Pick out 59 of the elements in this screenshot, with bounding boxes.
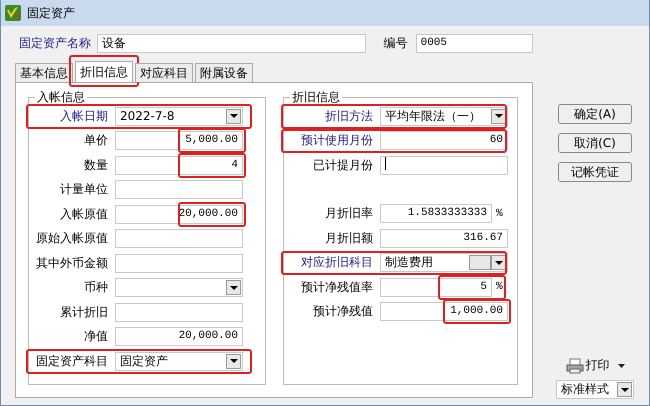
button[interactable]: 记帐凭证 [558,162,632,182]
input-field[interactable]: 5,000.00 [115,131,243,150]
field-label: 其中外币金额 [35,254,109,272]
field-label: 数量 [83,156,109,174]
input-field[interactable]: 1.5833333333 [380,204,492,224]
field-label: 折旧方法 [324,108,374,125]
dropdown[interactable]: 平均年限法（一） [380,106,508,126]
input-field[interactable]: 20,000.00 [115,204,243,224]
field-label: 对应折旧科目 [300,254,374,272]
field-label: 预计净残值 [312,303,374,320]
dropdown[interactable] [115,278,243,298]
tab[interactable]: 附属设备 [195,63,253,82]
field-label: 累计折旧 [59,304,109,321]
dropdown[interactable]: 2022-7-8 [115,106,243,126]
print-button[interactable]: 打印 [586,357,616,374]
input-field[interactable]: 4 [115,156,243,175]
field-label: 预计净残值率 [300,278,374,296]
window-title: 固定资产 [27,4,75,22]
dropdown[interactable]: 制造费用 [380,253,508,272]
field-label: 入帐日期 [59,108,109,125]
button[interactable]: 确定(A) [558,104,632,124]
field-label: 编号 [384,34,408,52]
input-field[interactable] [380,156,508,175]
tab[interactable]: 折旧信息 [75,61,133,82]
tab[interactable]: 对应科目 [135,63,193,82]
field-label: 原始入帐原值 [35,230,109,248]
group-title: 折旧信息 [290,89,342,105]
app-icon [5,5,21,21]
field-label: 计量单位 [59,181,109,198]
field-label: 入帐原值 [59,206,109,223]
field-label: 月折旧率 [324,205,374,222]
input-field[interactable] [115,302,243,322]
unit-label: % [496,281,503,294]
field-label: 固定资产科目 [35,352,109,370]
input-field[interactable]: 20,000.00 [115,327,243,346]
tab[interactable]: 基本信息 [15,63,73,82]
input-field[interactable]: 0005 [416,34,533,52]
field-label: 净值 [83,328,109,346]
input-field[interactable] [115,229,243,248]
input-field[interactable] [115,180,243,200]
field-label: 单价 [83,132,109,150]
field-label: 已计提月份 [312,156,374,174]
printer-icon [566,358,584,374]
caret-icon[interactable] [618,364,624,368]
field-label: 月折旧额 [324,230,374,247]
field-label: 预计使用月份 [300,132,374,150]
dropdown[interactable]: 标准样式 [556,380,634,399]
input-field[interactable]: 60 [380,131,508,150]
button[interactable]: 取消(C) [558,133,632,153]
unit-label: % [496,208,503,220]
group-title: 入帐信息 [35,89,87,105]
input-field[interactable]: 316.67 [380,228,508,248]
field-label: 币种 [83,279,109,296]
field-label: 固定资产名称 [19,34,91,52]
input-field[interactable]: 5 [380,278,492,297]
input-field[interactable]: 1,000.00 [380,302,508,322]
input-field[interactable]: 设备 [97,34,366,52]
input-field[interactable] [115,254,243,273]
dropdown[interactable]: 固定资产 [115,352,243,371]
